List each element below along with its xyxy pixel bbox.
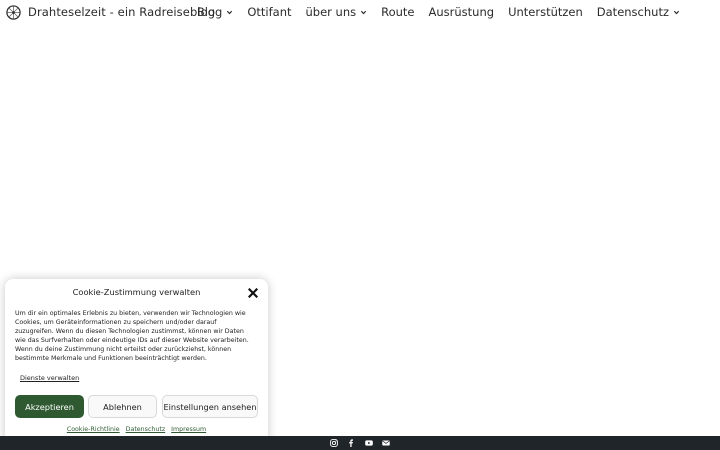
nav-item-datenschutz[interactable]: Datenschutz xyxy=(597,5,680,19)
nav-item-label: Route xyxy=(381,5,415,19)
facebook-icon[interactable] xyxy=(347,439,355,447)
nav-item-label: Ottifant xyxy=(247,5,292,19)
cookie-consent-dialog: Cookie-Zustimmung verwalten Um dir ein o… xyxy=(5,279,268,444)
close-icon[interactable] xyxy=(248,288,258,298)
main-navigation: Blog Ottifant über uns Route Ausrüstung … xyxy=(197,5,680,19)
cookie-description: Um dir ein optimales Erlebnis zu bieten,… xyxy=(15,310,249,363)
nav-item-ueber-uns[interactable]: über uns xyxy=(306,5,368,19)
nav-item-label: Unterstützen xyxy=(508,5,583,19)
instagram-icon[interactable] xyxy=(330,439,338,447)
manage-services-link[interactable]: Dienste verwalten xyxy=(20,374,79,382)
site-footer xyxy=(0,436,720,450)
nav-item-blog[interactable]: Blog xyxy=(197,5,233,19)
email-icon[interactable] xyxy=(382,439,390,447)
deny-button[interactable]: Ablehnen xyxy=(88,395,157,418)
privacy-link[interactable]: Datenschutz xyxy=(126,426,166,433)
site-title[interactable]: Drahteselzeit - ein Radreiseblog xyxy=(28,5,215,19)
cookie-footer-links: Cookie-Richtlinie Datenschutz Impressum xyxy=(5,426,268,433)
cookie-policy-link[interactable]: Cookie-Richtlinie xyxy=(67,426,120,433)
nav-item-route[interactable]: Route xyxy=(381,5,414,19)
nav-item-unterstuetzen[interactable]: Unterstützen xyxy=(508,5,583,19)
nav-item-label: Blog xyxy=(196,5,223,19)
bicycle-wheel-logo-icon[interactable] xyxy=(6,5,21,20)
chevron-down-icon xyxy=(227,10,233,14)
chevron-down-icon xyxy=(673,10,680,14)
accept-button[interactable]: Akzeptieren xyxy=(15,395,84,418)
view-settings-button[interactable]: Einstellungen ansehen xyxy=(162,395,258,418)
site-header: Drahteselzeit - ein Radreiseblog Blog Ot… xyxy=(0,0,720,26)
imprint-link[interactable]: Impressum xyxy=(171,426,206,433)
nav-item-ottifant[interactable]: Ottifant xyxy=(247,5,291,19)
nav-item-label: über uns xyxy=(305,5,357,19)
nav-item-ausruestung[interactable]: Ausrüstung xyxy=(429,5,495,19)
chevron-down-icon xyxy=(361,10,367,14)
nav-item-label: Datenschutz xyxy=(596,5,669,19)
nav-item-label: Ausrüstung xyxy=(428,5,495,19)
youtube-icon[interactable] xyxy=(365,439,373,447)
cookie-dialog-title: Cookie-Zustimmung verwalten xyxy=(72,287,201,297)
